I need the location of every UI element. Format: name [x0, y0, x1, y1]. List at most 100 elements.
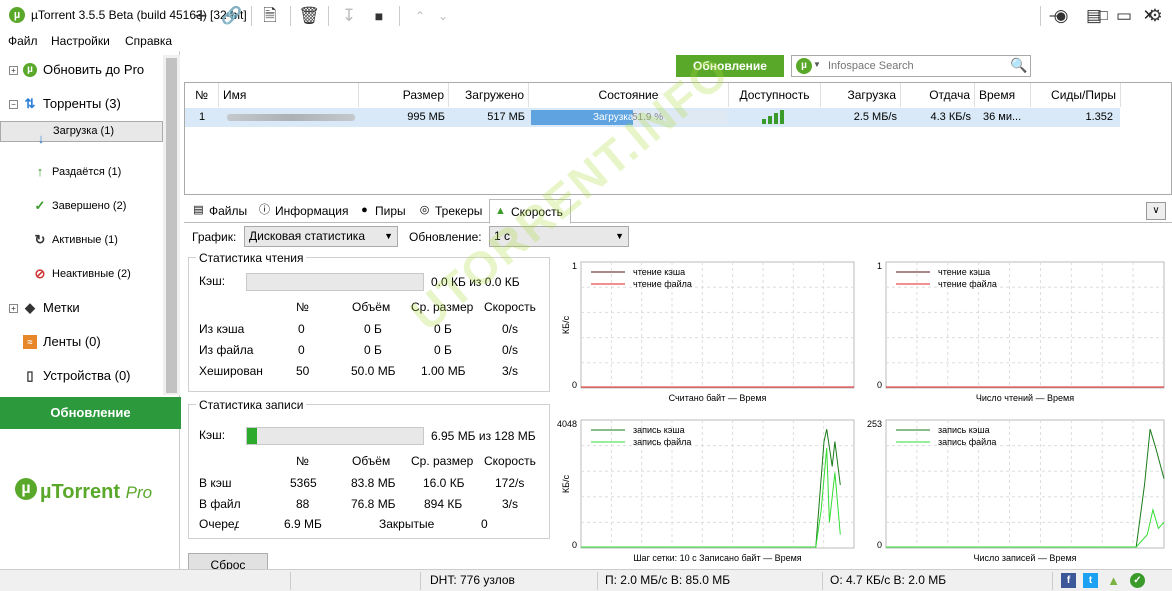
column-download-speed[interactable]: Загрузка: [821, 83, 901, 107]
chevron-down-icon: ▼: [615, 231, 624, 241]
expand-icon[interactable]: +: [9, 304, 18, 313]
twitter-icon[interactable]: t: [1083, 573, 1098, 588]
collapse-panel-icon[interactable]: ∨: [1146, 202, 1166, 220]
move-down-icon[interactable]: ⌄: [432, 5, 454, 27]
write-closed-label: Закрытые: [379, 517, 435, 531]
status-upload: О: 4.7 КБ/с В: 2.0 МБ: [830, 573, 947, 587]
remote-icon[interactable]: ▭: [1113, 5, 1135, 27]
reset-button[interactable]: Сброс: [188, 553, 268, 569]
title-bar: µ µTorrent 3.5.5 Beta (build 45163) [32-…: [0, 0, 1172, 31]
write-row-volume: 76.8 МБ: [351, 497, 396, 511]
stop-icon[interactable]: ■: [368, 5, 390, 27]
sidebar-item-labels[interactable]: + ◆ Метки: [0, 291, 163, 325]
sidebar-update-button[interactable]: Обновление: [0, 397, 181, 429]
write-cache-bar: [246, 427, 424, 445]
move-up-icon[interactable]: ⌃: [409, 5, 431, 27]
disk-graph: 4048 0 КБ/с запись кэша запись файла Шаг сетк…: [557, 419, 855, 563]
sidebar-item-feeds[interactable]: ≈ Ленты (0): [0, 325, 163, 359]
sidebar-item-torrents[interactable]: − ⇅ Торренты (3): [0, 87, 163, 121]
chevron-down-icon[interactable]: ▼: [813, 60, 821, 69]
menu-file[interactable]: Файл: [8, 34, 38, 48]
graph-ymax-label: 253: [867, 419, 882, 429]
inactive-icon: ⊘: [34, 266, 46, 281]
graph-ymin-label: 0: [572, 380, 577, 390]
status-separator: [420, 572, 421, 590]
add-torrent-icon[interactable]: +: [190, 5, 212, 27]
row-size: 995 МБ: [407, 111, 445, 123]
tab-files[interactable]: ▤ Файлы: [188, 199, 254, 223]
read-row-speed: 3/s: [502, 364, 519, 378]
facebook-icon[interactable]: f: [1061, 573, 1076, 588]
graph-plot-area: [580, 419, 855, 549]
graph-xlabel: Число записей — Время: [973, 553, 1076, 563]
sidebar-item-label: Метки: [43, 300, 80, 315]
write-queue-label: Очеред: [199, 517, 239, 531]
disk-graph: 1 0 чтение кэша чтение файла Число чтений — …: [877, 261, 1165, 403]
sidebar-item-upgrade-pro[interactable]: + µ Обновить до Pro: [0, 53, 163, 87]
menu-help[interactable]: Справка: [125, 34, 172, 48]
settings-gear-icon[interactable]: ⚙: [1144, 5, 1166, 27]
graph-plot-area: [885, 261, 1165, 389]
pro-logo-suffix: Pro: [125, 483, 153, 502]
sidebar-item-devices[interactable]: ▯ Устройства (0): [0, 359, 163, 393]
chat-icon[interactable]: ▤: [1083, 5, 1105, 27]
row-time: 36 ми...: [983, 111, 1022, 123]
column-seeds-peers[interactable]: Сиды/Пиры: [1031, 83, 1121, 107]
search-provider-icon[interactable]: µ: [796, 58, 812, 74]
write-row-count: 5365: [290, 476, 317, 490]
read-row-volume: 50.0 МБ: [351, 364, 396, 378]
sidebar-item-seeding[interactable]: ↑ Раздаётся (1): [0, 155, 163, 189]
refresh-icon: ↻: [34, 232, 46, 247]
sidebar-item-completed[interactable]: ✓ Завершено (2): [0, 189, 163, 223]
sidebar-item-downloading[interactable]: ↓ Загрузка (1): [0, 121, 163, 146]
tab-info[interactable]: ⓘ Информация: [254, 199, 354, 223]
search-input[interactable]: [828, 58, 998, 74]
write-cache-label: Кэш:: [199, 428, 226, 442]
sidebar-item-active[interactable]: ↻ Активные (1): [0, 223, 163, 257]
add-link-icon[interactable]: 🔗: [221, 5, 243, 27]
sidebar-scrollbar-thumb[interactable]: [166, 58, 177, 393]
expand-icon[interactable]: +: [9, 66, 18, 75]
delete-icon[interactable]: 🗑: [298, 5, 320, 27]
column-availability[interactable]: Доступность: [729, 83, 821, 107]
tab-trackers[interactable]: ◎ Трекеры: [414, 199, 488, 223]
menu-settings[interactable]: Настройки: [51, 34, 110, 48]
status-separator: [822, 572, 823, 590]
lightbulb-icon[interactable]: ◉: [1050, 5, 1072, 27]
search-box[interactable]: µ ▼ 🔍: [791, 55, 1031, 77]
graph-ylabel: КБ/с: [561, 474, 571, 493]
utorrent-pro-logo: µTorrent Pro: [40, 481, 152, 504]
sidebar-item-inactive[interactable]: ⊘ Неактивные (2): [0, 257, 163, 291]
toolbar-separator: [399, 6, 400, 26]
android-icon[interactable]: ▲: [1106, 573, 1121, 588]
pro-logo-text: µTorrent: [40, 481, 121, 503]
column-number[interactable]: №: [185, 83, 219, 107]
search-icon[interactable]: 🔍: [1010, 57, 1027, 74]
status-ok-icon[interactable]: ✓: [1130, 573, 1145, 588]
column-upload-speed[interactable]: Отдача: [901, 83, 975, 107]
collapse-icon[interactable]: −: [9, 100, 18, 109]
graph-ymax-label: 1: [572, 261, 577, 271]
window-title: µTorrent 3.5.5 Beta (build 45163) [32-bi…: [31, 8, 247, 22]
sidebar-item-label: Торренты (3): [43, 96, 121, 111]
column-size[interactable]: Размер: [359, 83, 449, 107]
status-separator: [597, 572, 598, 590]
blurred-torrent-name: [227, 114, 355, 121]
column-time[interactable]: Время: [975, 83, 1031, 107]
status-separator: [290, 572, 291, 590]
sidebar-item-label: Загрузка (1): [53, 125, 114, 137]
graph-xlabel: Шаг сетки: 10 с Записано байт — Время: [633, 553, 801, 563]
disk-graph: 253 0 запись кэша запись файла Число записей…: [867, 419, 1165, 563]
graph-select[interactable]: Дисковая статистика ▼: [244, 226, 398, 247]
menu-bar: Файл Настройки Справка: [0, 31, 1172, 51]
column-downloaded[interactable]: Загружено: [449, 83, 529, 107]
column-name[interactable]: Имя: [219, 83, 359, 107]
upload-arrow-icon: ↑: [36, 164, 44, 179]
toolbar-separator: [290, 6, 291, 26]
sidebar-item-label: Неактивные (2): [52, 268, 131, 280]
start-download-icon[interactable]: ↧: [338, 5, 360, 27]
tab-peers[interactable]: ● Пиры: [354, 199, 414, 223]
create-torrent-icon[interactable]: 🗎: [259, 5, 281, 27]
read-header-speed: Скорость: [484, 300, 536, 314]
rss-icon: ≈: [23, 335, 37, 349]
